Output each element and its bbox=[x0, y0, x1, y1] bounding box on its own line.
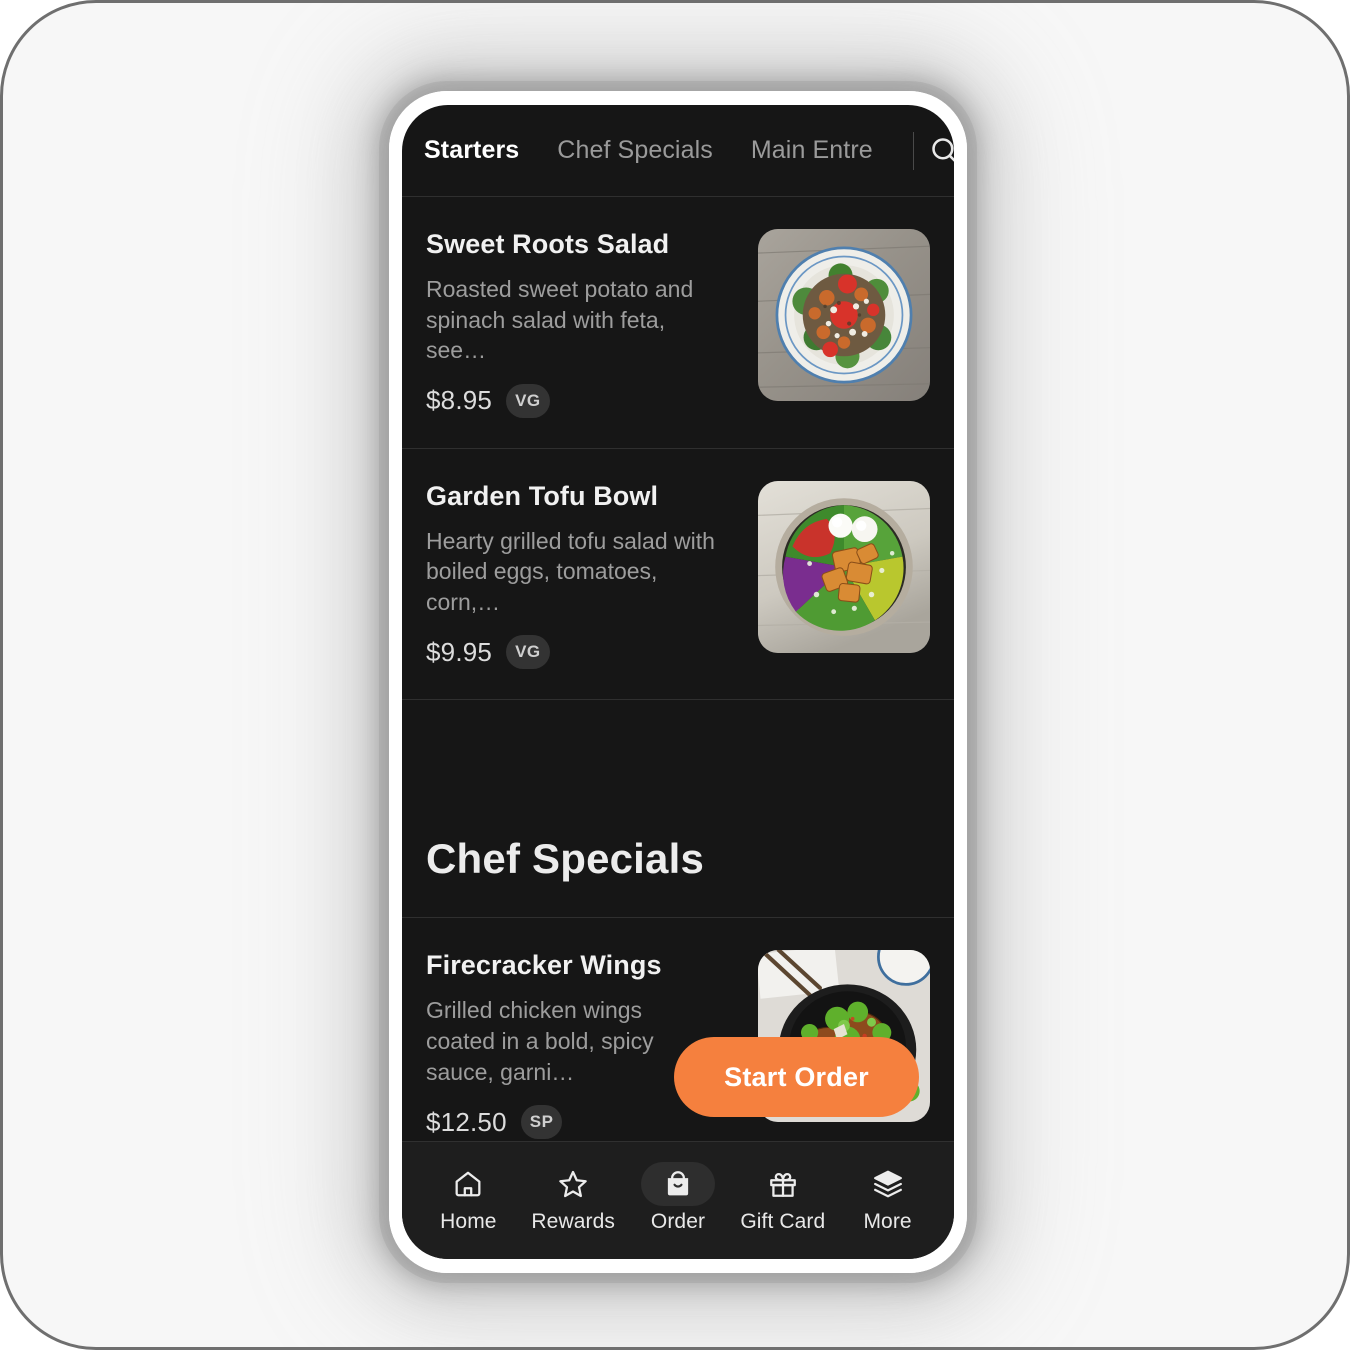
nav-item-gift-card[interactable]: Gift Card bbox=[735, 1162, 831, 1234]
nav-icon-wrap bbox=[536, 1162, 610, 1206]
nav-item-order[interactable]: Order bbox=[630, 1161, 726, 1234]
section-title: Chef Specials bbox=[426, 835, 705, 883]
tab-chef-specials[interactable]: Chef Specials bbox=[557, 136, 713, 165]
tab-starters[interactable]: Starters bbox=[424, 136, 519, 165]
phone-screen: Starters Chef Specials Main Entre Sweet … bbox=[402, 105, 954, 1259]
menu-item[interactable]: Sweet Roots Salad Roasted sweet potato a… bbox=[402, 197, 954, 449]
menu-item[interactable]: Garden Tofu Bowl Hearty grilled tofu sal… bbox=[402, 449, 954, 701]
status-badge: SP bbox=[520, 1105, 563, 1140]
search-button[interactable] bbox=[914, 134, 954, 168]
search-icon bbox=[928, 134, 954, 168]
nav-label: More bbox=[863, 1209, 912, 1233]
menu-item-price: $8.95 bbox=[426, 385, 493, 416]
menu-item-meta: $8.95 VG bbox=[426, 383, 744, 418]
nav-label: Home bbox=[440, 1209, 497, 1233]
menu-item-description: Hearty grilled tofu salad with boiled eg… bbox=[426, 527, 715, 615]
menu-item-meta: $9.95 VG bbox=[426, 635, 744, 670]
nav-label: Order bbox=[650, 1209, 706, 1233]
phone-bezel: Starters Chef Specials Main Entre Sweet … bbox=[389, 91, 967, 1273]
nav-label: Gift Card bbox=[740, 1209, 826, 1233]
page-canvas: Starters Chef Specials Main Entre Sweet … bbox=[0, 0, 1350, 1350]
status-badge: VG bbox=[506, 383, 550, 418]
home-icon bbox=[452, 1168, 484, 1200]
nav-item-more[interactable]: More bbox=[840, 1162, 936, 1234]
menu-item-price: $12.50 bbox=[426, 1106, 507, 1137]
garden-tofu-bowl-photo bbox=[758, 480, 930, 653]
star-icon bbox=[557, 1168, 589, 1200]
menu-item-text: Sweet Roots Salad Roasted sweet potato a… bbox=[426, 229, 758, 418]
menu-item-text: Garden Tofu Bowl Hearty grilled tofu sal… bbox=[426, 481, 758, 670]
tab-main-entre[interactable]: Main Entre bbox=[751, 136, 873, 165]
layers-icon bbox=[872, 1168, 904, 1200]
menu-item-name: Garden Tofu Bowl bbox=[426, 480, 659, 511]
nav-icon-wrap bbox=[851, 1162, 925, 1206]
phone-mockup: Starters Chef Specials Main Entre Sweet … bbox=[389, 91, 967, 1273]
bottom-navigation-bar: Home Rewards Order Gift Card More bbox=[402, 1141, 954, 1259]
nav-icon-wrap bbox=[431, 1162, 505, 1206]
gift-icon bbox=[767, 1168, 799, 1200]
menu-item-description: Grilled chicken wings coated in a bold, … bbox=[426, 997, 654, 1085]
nav-icon-wrap bbox=[640, 1161, 715, 1206]
sweet-roots-salad-photo bbox=[758, 229, 930, 401]
menu-item-description: Roasted sweet potato and spinach salad w… bbox=[426, 276, 694, 364]
nav-item-home[interactable]: Home bbox=[420, 1162, 516, 1234]
shopping-bag-icon bbox=[662, 1168, 694, 1200]
nav-icon-wrap bbox=[746, 1162, 820, 1206]
category-tab-bar: Starters Chef Specials Main Entre bbox=[402, 105, 954, 197]
menu-item-price: $9.95 bbox=[426, 636, 493, 667]
menu-item-name: Firecracker Wings bbox=[426, 950, 662, 981]
nav-item-rewards[interactable]: Rewards bbox=[525, 1162, 621, 1234]
menu-item-thumbnail[interactable] bbox=[758, 229, 930, 401]
menu-item-name: Sweet Roots Salad bbox=[426, 229, 670, 259]
menu-list: Sweet Roots Salad Roasted sweet potato a… bbox=[402, 197, 954, 1171]
menu-item-thumbnail[interactable] bbox=[758, 480, 930, 653]
start-order-button[interactable]: Start Order bbox=[674, 1037, 919, 1117]
section-header: Chef Specials bbox=[402, 700, 954, 919]
status-badge: VG bbox=[506, 635, 550, 670]
nav-label: Rewards bbox=[531, 1209, 615, 1233]
